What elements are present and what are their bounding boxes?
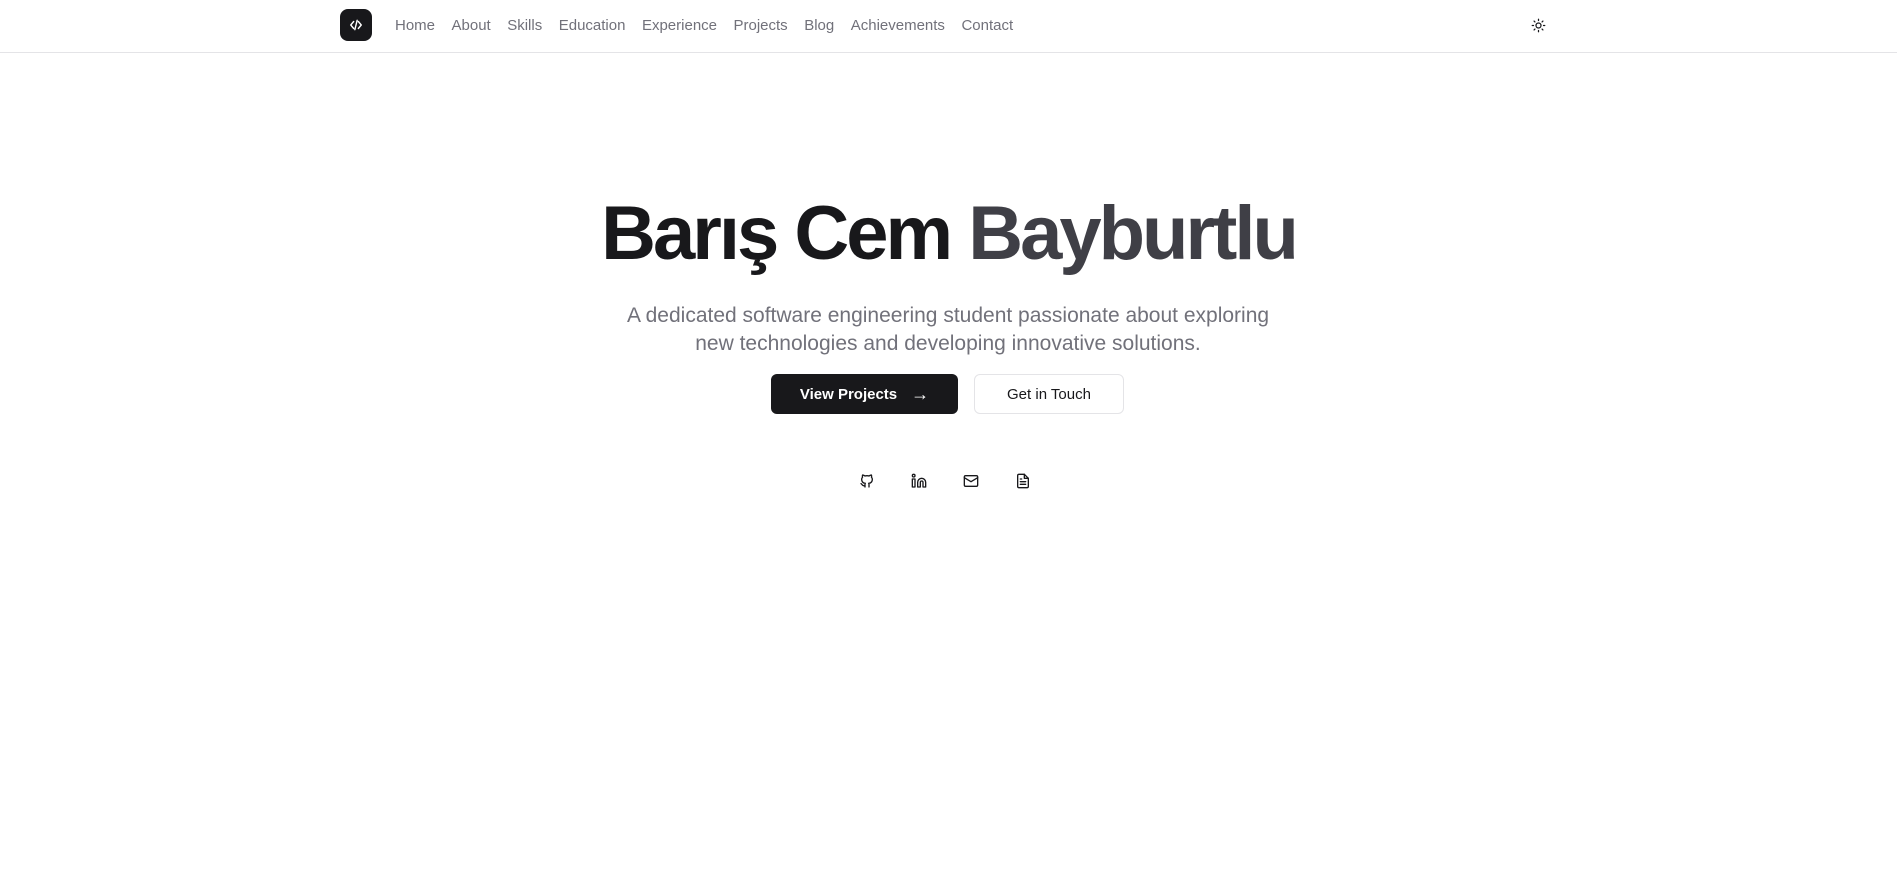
nav-link-projects[interactable]: Projects	[734, 17, 788, 34]
logo-button[interactable]	[340, 9, 372, 41]
hero-subtitle: A dedicated software engineering student…	[598, 302, 1298, 358]
arrow-right-icon: →	[911, 384, 930, 404]
document-icon	[1015, 473, 1031, 489]
nav-link-skills[interactable]: Skills	[507, 17, 542, 34]
view-projects-label: View Projects	[799, 385, 898, 403]
hero-last-name: Bayburtlu	[968, 191, 1299, 276]
get-in-touch-label: Get in Touch	[1007, 385, 1091, 403]
sun-icon	[1531, 18, 1546, 33]
nav-links: Home About Skills Education Experience P…	[395, 0, 1030, 50]
github-icon	[859, 473, 875, 489]
resume-link[interactable]	[1011, 469, 1035, 493]
linkedin-link[interactable]	[907, 469, 931, 493]
email-link[interactable]	[959, 469, 983, 493]
nav-link-contact[interactable]: Contact	[961, 17, 1013, 34]
hero-subtitle-line1: A dedicated software engineering student…	[626, 304, 1270, 327]
get-in-touch-button[interactable]: Get in Touch	[974, 374, 1124, 414]
hero-title: Barış Cem Bayburtlu	[0, 188, 1897, 280]
nav-link-achievements[interactable]: Achievements	[851, 17, 945, 34]
theme-toggle-button[interactable]	[1526, 13, 1550, 37]
nav-link-about[interactable]: About	[452, 17, 491, 34]
code-icon	[349, 18, 363, 32]
view-projects-button[interactable]: View Projects →	[771, 374, 958, 414]
nav-link-blog[interactable]: Blog	[804, 17, 834, 34]
hero-subtitle-line2: new technologies and developing innovati…	[695, 332, 1201, 355]
linkedin-icon	[911, 473, 927, 489]
social-links	[855, 469, 1035, 493]
nav-link-experience[interactable]: Experience	[642, 17, 717, 34]
github-link[interactable]	[855, 469, 879, 493]
mail-icon	[963, 473, 979, 489]
navbar: Home About Skills Education Experience P…	[0, 0, 1897, 53]
nav-link-home[interactable]: Home	[395, 17, 435, 34]
hero-first-name: Barış Cem	[601, 191, 953, 276]
nav-link-education[interactable]: Education	[559, 17, 626, 34]
